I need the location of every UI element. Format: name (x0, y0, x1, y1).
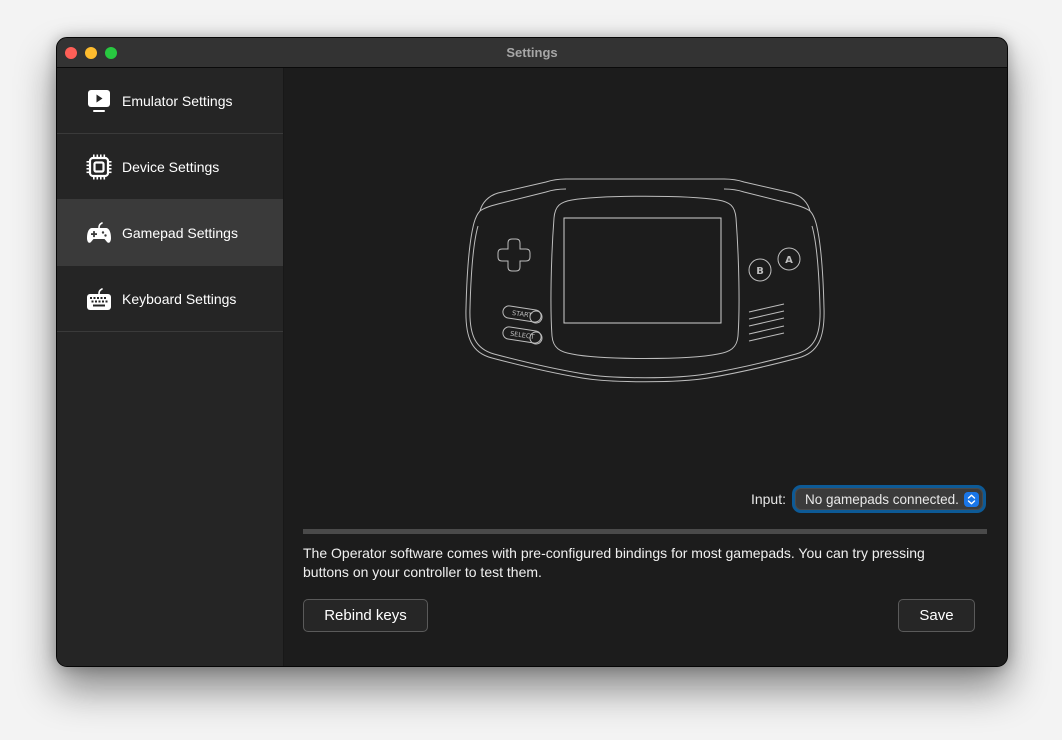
sidebar-item-device-settings[interactable]: Device Settings (57, 134, 283, 200)
sidebar-item-label: Gamepad Settings (122, 224, 238, 241)
rebind-keys-button[interactable]: Rebind keys (303, 599, 428, 632)
gba-shoulder-right (723, 188, 811, 212)
sidebar-item-keyboard-settings[interactable]: Keyboard Settings (57, 266, 283, 332)
gba-start-label: START (512, 309, 533, 320)
gamepad-input-select[interactable]: No gamepads connected. (795, 488, 983, 510)
gamepad-input-value: No gamepads connected. (805, 491, 959, 507)
gba-screen (563, 217, 722, 324)
section-divider (303, 529, 987, 534)
sidebar-item-gamepad-settings[interactable]: Gamepad Settings (57, 200, 283, 266)
gamepad-icon (86, 220, 112, 246)
window-title: Settings (506, 45, 558, 60)
select-stepper-icon (964, 492, 979, 507)
sidebar-item-label: Keyboard Settings (122, 290, 237, 307)
gba-select-label: SELECT (510, 330, 535, 341)
input-row: Input: No gamepads connected. (751, 488, 983, 510)
keyboard-icon (86, 286, 112, 312)
input-label: Input: (750, 491, 786, 507)
gba-speaker-grille (748, 303, 785, 342)
tv-play-icon (86, 88, 112, 114)
gba-body-outline (465, 178, 825, 383)
sidebar-item-emulator-settings[interactable]: Emulator Settings (57, 68, 283, 134)
gamepad-settings-panel: START SELECT B A Input: No gamepads conn… (284, 68, 1007, 666)
gamepad-description: The Operator software comes with pre-con… (303, 545, 925, 580)
sidebar-item-label: Emulator Settings (122, 92, 233, 109)
title-bar: Settings (57, 38, 1007, 68)
gba-shoulder-left (479, 188, 567, 212)
settings-window: Settings Emulator Settings Device Settin… (56, 37, 1008, 667)
gba-button-b-label: B (756, 266, 764, 277)
gba-button-a-label: A (785, 255, 793, 266)
gba-screen-bezel (550, 195, 740, 359)
gba-dpad (497, 238, 531, 272)
sidebar: Emulator Settings Device Settings Gamepa… (57, 68, 284, 666)
gamepad-illustration: START SELECT B A (465, 178, 825, 383)
save-button[interactable]: Save (898, 599, 975, 632)
sidebar-item-label: Device Settings (122, 158, 220, 175)
cpu-chip-icon (86, 154, 112, 180)
